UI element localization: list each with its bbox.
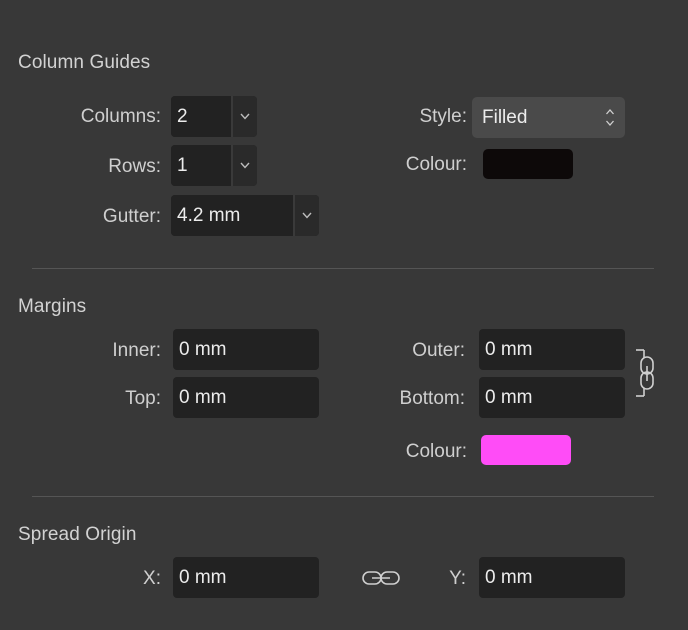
- top-label: Top:: [125, 388, 161, 409]
- margin-colour-swatch[interactable]: [481, 435, 571, 465]
- rows-dropdown-button[interactable]: [231, 145, 257, 186]
- bottom-label: Bottom:: [399, 388, 465, 409]
- y-label: Y:: [449, 568, 466, 589]
- divider: [32, 496, 654, 497]
- column-guides-title: Column Guides: [18, 52, 151, 73]
- outer-margin-input[interactable]: 0 mm: [479, 329, 625, 370]
- gutter-label: Gutter:: [102, 206, 161, 227]
- gutter-value[interactable]: 4.2 mm: [171, 195, 293, 236]
- columns-dropdown-button[interactable]: [231, 96, 257, 137]
- style-select-value: Filled: [482, 107, 528, 128]
- margin-colour-label: Colour:: [405, 441, 467, 462]
- top-margin-input[interactable]: 0 mm: [173, 377, 319, 418]
- margins-title: Margins: [18, 296, 87, 317]
- chain-link-vertical-icon[interactable]: [634, 348, 656, 398]
- bottom-margin-input[interactable]: 0 mm: [479, 377, 625, 418]
- column-colour-swatch[interactable]: [483, 149, 573, 179]
- style-label: Style:: [419, 106, 467, 127]
- columns-label: Columns:: [80, 106, 161, 127]
- column-colour-label: Colour:: [405, 154, 467, 175]
- document-setup-guides-panel: Column Guides Columns: 2 Rows: 1 Gutter:…: [0, 0, 688, 630]
- inner-label: Inner:: [112, 340, 161, 361]
- rows-combo[interactable]: 1: [171, 145, 257, 186]
- rows-label: Rows:: [108, 156, 161, 177]
- spread-origin-title: Spread Origin: [18, 524, 137, 545]
- chevron-down-icon: [240, 113, 250, 120]
- updown-chevron-icon: [606, 109, 614, 126]
- origin-x-input[interactable]: 0 mm: [173, 557, 319, 598]
- chevron-down-icon: [240, 162, 250, 169]
- style-select[interactable]: Filled: [472, 97, 625, 138]
- rows-value[interactable]: 1: [171, 145, 231, 186]
- gutter-dropdown-button[interactable]: [293, 195, 319, 236]
- origin-y-input[interactable]: 0 mm: [479, 557, 625, 598]
- outer-label: Outer:: [412, 340, 465, 361]
- divider: [32, 268, 654, 269]
- chevron-down-icon: [302, 212, 312, 219]
- x-label: X:: [143, 568, 161, 589]
- columns-combo[interactable]: 2: [171, 96, 257, 137]
- inner-margin-input[interactable]: 0 mm: [173, 329, 319, 370]
- gutter-combo[interactable]: 4.2 mm: [171, 195, 319, 236]
- columns-value[interactable]: 2: [171, 96, 231, 137]
